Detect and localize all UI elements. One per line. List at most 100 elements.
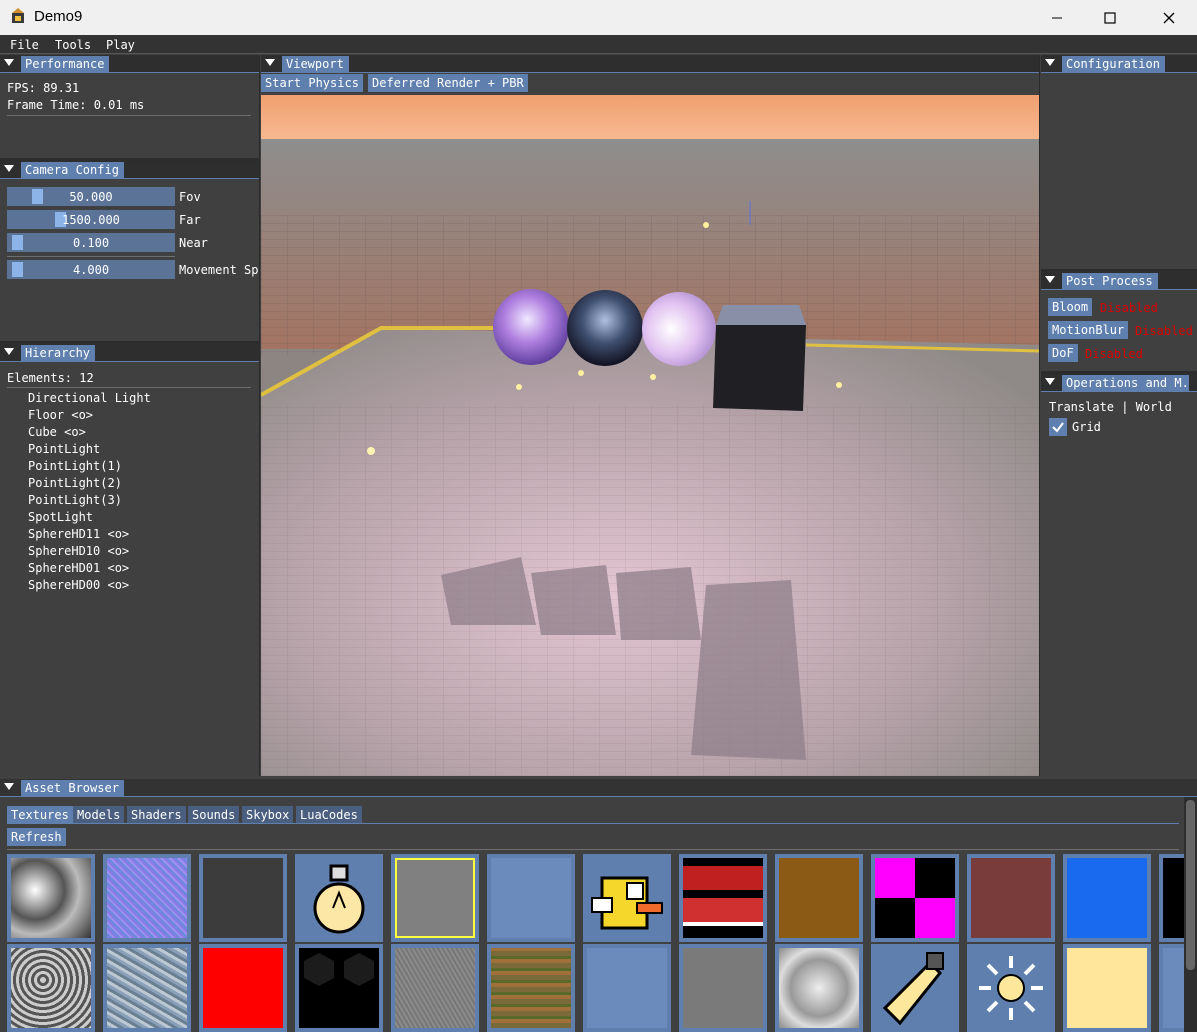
hierarchy-item[interactable]: SphereHD11 <o> <box>28 527 129 541</box>
asset-browser-tab[interactable]: Asset Browser <box>21 780 124 797</box>
menu-tools[interactable]: Tools <box>55 38 91 52</box>
configuration-tab[interactable]: Configuration <box>1062 56 1165 73</box>
collapse-triangle-icon[interactable] <box>4 165 14 172</box>
asset-tab-textures[interactable]: Textures <box>7 806 73 823</box>
bloom-button[interactable]: Bloom <box>1048 298 1093 316</box>
configuration-header[interactable]: Configuration <box>1041 55 1197 73</box>
asset-thumbnail-blue-texture-3[interactable] <box>1159 944 1197 1032</box>
app-icon <box>12 8 24 23</box>
start-physics-button[interactable]: Start Physics <box>261 74 363 92</box>
hierarchy-item[interactable]: Cube <o> <box>28 425 86 439</box>
asset-thumbnail-grey-stucco-texture[interactable] <box>391 944 479 1032</box>
close-button[interactable] <box>1146 0 1192 35</box>
asset-thumbnail-sun-icon[interactable] <box>967 944 1055 1032</box>
camera-config-tab[interactable]: Camera Config <box>21 162 124 179</box>
viewport-header[interactable]: Viewport <box>261 55 1039 73</box>
asset-thumbnail-red-sprite-sheet[interactable] <box>679 854 767 942</box>
viewport-tab[interactable]: Viewport <box>282 56 349 73</box>
hierarchy-tab[interactable]: Hierarchy <box>21 345 96 362</box>
hierarchy-item[interactable]: Floor <o> <box>28 408 93 422</box>
hierarchy-item[interactable]: Directional Light <box>28 391 151 405</box>
collapse-triangle-icon[interactable] <box>4 59 14 66</box>
menu-play[interactable]: Play <box>106 38 135 52</box>
collapse-triangle-icon[interactable] <box>265 59 275 66</box>
asset-tab-skybox[interactable]: Skybox <box>242 806 294 823</box>
spotlight-icon <box>875 948 955 1028</box>
asset-browser-header[interactable]: Asset Browser <box>0 779 1197 797</box>
asset-tab-luacodes[interactable]: LuaCodes <box>296 806 362 823</box>
asset-thumbnail-bark-texture[interactable] <box>487 944 575 1032</box>
asset-thumbnail-bright-blue-texture[interactable] <box>1063 854 1151 942</box>
asset-thumbnail-flappy-bird-sprite[interactable] <box>583 854 671 942</box>
brown-texture-icon <box>779 858 859 938</box>
render-mode-button[interactable]: Deferred Render + PBR <box>368 74 528 92</box>
asset-thumbnail-hex-texture[interactable] <box>295 944 383 1032</box>
asset-thumbnail-lightbulb-icon[interactable] <box>295 854 383 942</box>
collapse-triangle-icon[interactable] <box>1045 378 1055 385</box>
hierarchy-item[interactable]: PointLight(2) <box>28 476 122 490</box>
minimize-button[interactable] <box>1034 0 1080 35</box>
hierarchy-item[interactable]: SphereHD10 <o> <box>28 544 129 558</box>
far-slider[interactable]: 1500.000 <box>7 210 175 229</box>
asset-thumbnail-red-texture[interactable] <box>199 944 287 1032</box>
performance-tab[interactable]: Performance <box>21 56 110 73</box>
movement-speed-label: Movement Sp <box>179 263 259 277</box>
movement-speed-slider[interactable]: 4.000 <box>7 260 175 279</box>
hierarchy-item[interactable]: SphereHD00 <o> <box>28 578 129 592</box>
separator <box>7 387 251 388</box>
asset-thumbnail-noise-grey-texture[interactable] <box>7 854 95 942</box>
asset-thumbnail-dark-grey-texture[interactable] <box>199 854 287 942</box>
asset-thumbnail-light-yellow-texture[interactable] <box>1063 944 1151 1032</box>
asset-thumbnail-grey-texture[interactable] <box>679 944 767 1032</box>
post-process-tab[interactable]: Post Process <box>1062 273 1158 290</box>
collapse-triangle-icon[interactable] <box>4 348 14 355</box>
asset-scrollbar[interactable] <box>1184 797 1197 1032</box>
asset-tab-shaders[interactable]: Shaders <box>127 806 186 823</box>
asset-thumbnail-black-texture[interactable] <box>1159 854 1197 942</box>
asset-thumbnail-magenta-checker-texture[interactable] <box>871 854 959 942</box>
fov-slider[interactable]: 50.000 <box>7 187 175 206</box>
dark-grey-texture-icon <box>203 858 283 938</box>
asset-thumbnail-spotlight-icon[interactable] <box>871 944 959 1032</box>
dof-button[interactable]: DoF <box>1048 344 1078 362</box>
scrollbar-thumb[interactable] <box>1186 800 1195 970</box>
operations-header[interactable]: Operations and M... <box>1041 374 1197 392</box>
collapse-triangle-icon[interactable] <box>1045 276 1055 283</box>
hierarchy-item[interactable]: PointLight(3) <box>28 493 122 507</box>
asset-thumbnail-normal-map-texture[interactable] <box>103 854 191 942</box>
operations-tab[interactable]: Operations and M... <box>1062 375 1189 392</box>
scene-render <box>261 95 1039 776</box>
grey-texture-icon <box>683 948 763 1028</box>
camera-config-header[interactable]: Camera Config <box>0 161 259 179</box>
asset-tab-models[interactable]: Models <box>73 806 125 823</box>
asset-thumbnail-stone-blue-texture[interactable] <box>103 944 191 1032</box>
hierarchy-item[interactable]: PointLight <box>28 442 100 456</box>
asset-thumbnail-grey-selected-texture[interactable] <box>391 854 479 942</box>
maximize-button[interactable] <box>1087 0 1133 35</box>
hierarchy-header[interactable]: Hierarchy <box>0 344 259 362</box>
performance-header[interactable]: Performance <box>0 55 259 73</box>
grid-checkbox[interactable] <box>1049 418 1067 436</box>
asset-thumbnail-rock-texture[interactable] <box>7 944 95 1032</box>
motionblur-button[interactable]: MotionBlur <box>1048 321 1129 339</box>
asset-thumbnail-blue-texture-2[interactable] <box>583 944 671 1032</box>
post-process-header[interactable]: Post Process <box>1041 272 1197 290</box>
collapse-triangle-icon[interactable] <box>4 783 14 790</box>
near-slider[interactable]: 0.100 <box>7 233 175 252</box>
hierarchy-item[interactable]: SphereHD01 <o> <box>28 561 129 575</box>
near-label: Near <box>179 236 208 250</box>
asset-thumbnail-brown-texture[interactable] <box>775 854 863 942</box>
refresh-button[interactable]: Refresh <box>7 828 66 846</box>
asset-tab-sounds[interactable]: Sounds <box>188 806 240 823</box>
far-value: 1500.000 <box>62 213 120 227</box>
asset-thumbnail-cloud-texture[interactable] <box>775 944 863 1032</box>
collapse-triangle-icon[interactable] <box>1045 59 1055 66</box>
scene-viewport[interactable] <box>261 95 1039 776</box>
asset-thumbnail-maroon-texture[interactable] <box>967 854 1055 942</box>
minimize-icon <box>1052 17 1062 18</box>
checkmark-icon <box>1052 422 1064 433</box>
menu-file[interactable]: File <box>10 38 39 52</box>
hierarchy-item[interactable]: SpotLight <box>28 510 93 524</box>
asset-thumbnail-blue-texture[interactable] <box>487 854 575 942</box>
hierarchy-item[interactable]: PointLight(1) <box>28 459 122 473</box>
